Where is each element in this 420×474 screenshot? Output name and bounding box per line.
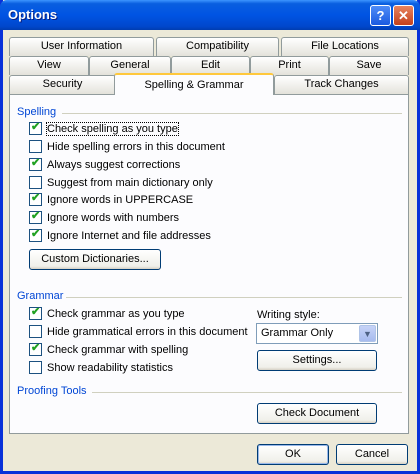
ignore-internet-addresses-checkbox[interactable]: ✔ Ignore Internet and file addresses xyxy=(29,227,211,245)
help-button[interactable]: ? xyxy=(370,5,391,26)
checkmark-icon: ✔ xyxy=(31,305,41,318)
spelling-heading: Spelling xyxy=(17,106,57,118)
close-button[interactable]: ✕ xyxy=(393,5,414,26)
grammar-divider xyxy=(66,297,402,298)
proofing-tools-divider xyxy=(92,392,402,393)
help-icon: ? xyxy=(376,8,385,23)
check-grammar-as-you-type-checkbox[interactable]: ✔ Check grammar as you type xyxy=(29,305,185,323)
cancel-button[interactable]: Cancel xyxy=(336,444,408,465)
ignore-words-with-numbers-checkbox[interactable]: ✔ Ignore words with numbers xyxy=(29,209,179,227)
hide-grammatical-errors-checkbox[interactable]: Hide grammatical errors in this document xyxy=(29,324,248,341)
chevron-down-icon: ▼ xyxy=(359,325,376,342)
check-spelling-as-you-type-checkbox[interactable]: ✔ Check spelling as you type xyxy=(29,120,179,138)
grammar-heading: Grammar xyxy=(17,290,64,302)
tab-user-information[interactable]: User Information xyxy=(9,37,154,56)
tab-spelling-grammar[interactable]: Spelling & Grammar xyxy=(114,73,274,95)
checkmark-icon: ✔ xyxy=(31,156,41,169)
checkmark-icon: ✔ xyxy=(31,209,41,222)
checkmark-icon: ✔ xyxy=(31,341,41,354)
checkmark-icon: ✔ xyxy=(31,120,41,133)
title-bar[interactable]: Options ? ✕ xyxy=(0,0,420,30)
suggest-from-main-dictionary-checkbox[interactable]: Suggest from main dictionary only xyxy=(29,175,213,192)
tab-save[interactable]: Save xyxy=(329,56,409,75)
tab-compatibility[interactable]: Compatibility xyxy=(156,37,279,56)
window-title: Options xyxy=(8,7,58,22)
tab-view[interactable]: View xyxy=(9,56,89,75)
ok-button[interactable]: OK xyxy=(257,444,329,465)
spelling-divider xyxy=(62,113,402,114)
show-readability-statistics-checkbox[interactable]: Show readability statistics xyxy=(29,360,173,377)
writing-style-label: Writing style: xyxy=(257,309,320,321)
custom-dictionaries-button[interactable]: Custom Dictionaries... xyxy=(29,249,161,270)
checkmark-icon: ✔ xyxy=(31,191,41,204)
tab-security[interactable]: Security xyxy=(9,75,116,94)
checkmark-icon: ✔ xyxy=(31,227,41,240)
ignore-uppercase-checkbox[interactable]: ✔ Ignore words in UPPERCASE xyxy=(29,191,193,209)
writing-style-select[interactable]: Grammar Only ▼ xyxy=(256,323,378,344)
always-suggest-corrections-checkbox[interactable]: ✔ Always suggest corrections xyxy=(29,156,180,174)
tab-file-locations[interactable]: File Locations xyxy=(281,37,409,56)
tab-track-changes[interactable]: Track Changes xyxy=(274,75,409,94)
proofing-tools-heading: Proofing Tools xyxy=(17,385,87,397)
close-icon: ✕ xyxy=(398,8,409,23)
check-document-button[interactable]: Check Document xyxy=(257,403,377,424)
hide-spelling-errors-checkbox[interactable]: Hide spelling errors in this document xyxy=(29,139,225,156)
check-grammar-with-spelling-checkbox[interactable]: ✔ Check grammar with spelling xyxy=(29,341,188,359)
settings-button[interactable]: Settings... xyxy=(257,350,377,371)
